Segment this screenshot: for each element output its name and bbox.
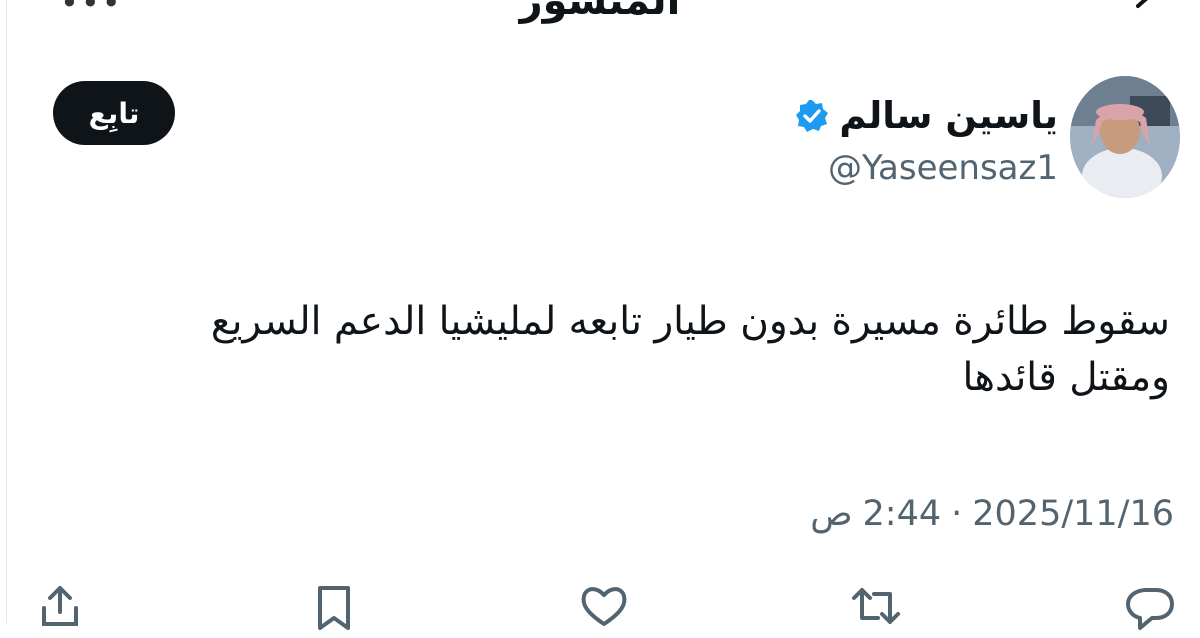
tweet-line: ومقتل قائدها bbox=[962, 355, 1170, 400]
timestamp-date: 2025/11/16 bbox=[972, 494, 1174, 534]
share-icon[interactable] bbox=[32, 578, 88, 634]
tweet-line: سقوط طائرة مسيرة بدون طيار تابعه لمليشيا… bbox=[210, 299, 1170, 344]
timestamp-time: 2:44 bbox=[862, 494, 942, 534]
retweet-icon[interactable] bbox=[848, 578, 904, 634]
follow-button[interactable]: تابِع bbox=[53, 81, 175, 145]
tweet-text: سقوط طائرة مسيرة بدون طيار تابعه لمليشيا… bbox=[110, 294, 1170, 406]
tweet-timestamp[interactable]: ص 2:44 · 2025/11/16 bbox=[810, 494, 1174, 534]
author-name[interactable]: ياسين سالم bbox=[839, 92, 1058, 140]
bookmark-icon[interactable] bbox=[306, 578, 362, 634]
avatar[interactable] bbox=[1070, 76, 1180, 198]
author-block: ياسين سالم @Yaseensaz1 bbox=[795, 92, 1058, 190]
top-header: المنشور ••• bbox=[0, 0, 1200, 30]
author-name-row: ياسين سالم bbox=[795, 92, 1058, 140]
reply-icon[interactable] bbox=[1122, 578, 1178, 634]
verified-badge-icon bbox=[796, 100, 829, 132]
author-handle[interactable]: @Yaseensaz1 bbox=[795, 146, 1058, 190]
like-icon[interactable] bbox=[576, 578, 632, 634]
page-title: المنشور bbox=[519, 0, 681, 24]
left-edge-divider bbox=[6, 0, 7, 623]
more-icon[interactable]: ••• bbox=[60, 0, 123, 22]
timestamp-separator: · bbox=[951, 494, 963, 534]
arrow-back-icon[interactable] bbox=[1132, 0, 1172, 26]
timestamp-period: ص bbox=[810, 494, 853, 534]
